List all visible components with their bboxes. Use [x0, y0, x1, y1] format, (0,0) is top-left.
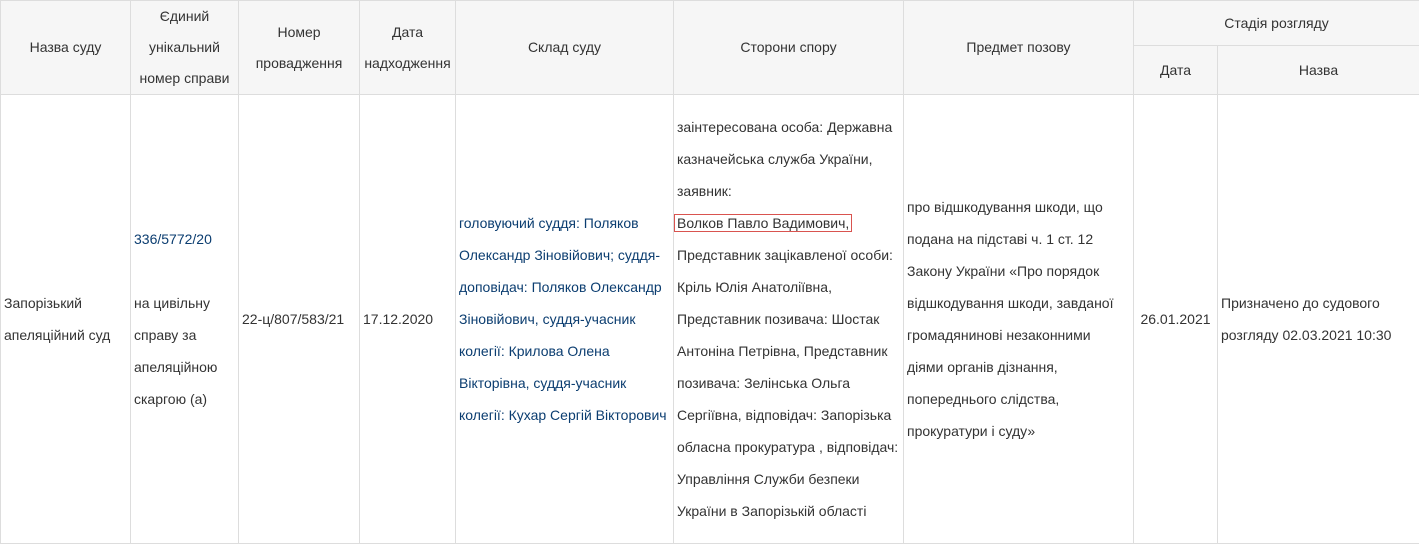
table-row: Запорізький апеляційний суд 336/5772/20 …: [0, 94, 1419, 544]
header-court-name: Назва суду: [0, 0, 131, 95]
header-case-number: Єдиний унікальний номер справи: [130, 0, 239, 95]
court-composition-link[interactable]: головуючий суддя: Поляков Олександр Зіно…: [459, 215, 667, 423]
header-stage: Стадія розгляду: [1132, 0, 1419, 46]
cell-parties: заінтересована особа: Державна казначейс…: [673, 94, 904, 544]
cell-receipt-date: 17.12.2020: [359, 94, 456, 544]
header-receipt-date: Дата надходження: [359, 0, 456, 95]
header-court-composition: Склад суду: [455, 0, 674, 95]
header-subject: Предмет позову: [903, 0, 1134, 95]
cell-court-composition: головуючий суддя: Поляков Олександр Зіно…: [455, 94, 674, 544]
header-stage-name: Назва: [1216, 45, 1419, 95]
cell-proceeding-number: 22-ц/807/583/21: [238, 94, 360, 544]
table-body: Запорізький апеляційний суд 336/5772/20 …: [0, 94, 1419, 544]
cell-stage-name: Призначено до судового розгляду 02.03.20…: [1216, 94, 1419, 544]
case-description: на цивільну справу за апеляційною скарго…: [134, 295, 218, 407]
cell-subject: про відшкодування шкоди, що подана на пі…: [903, 94, 1134, 544]
table-header: Назва суду Єдиний унікальний номер справ…: [0, 0, 1419, 95]
parties-text-before: заінтересована особа: Державна казначейс…: [677, 119, 893, 199]
cell-stage-date: 26.01.2021: [1133, 94, 1218, 544]
header-parties: Сторони спору: [673, 0, 904, 95]
header-stage-date: Дата: [1133, 45, 1218, 95]
header-row-primary: Назва суду Єдиний унікальний номер справ…: [0, 0, 1419, 95]
case-number-link[interactable]: 336/5772/20: [134, 231, 212, 247]
court-cases-table: Назва суду Єдиний унікальний номер справ…: [0, 0, 1419, 544]
cell-case-number: 336/5772/20 на цивільну справу за апеляц…: [130, 94, 239, 544]
parties-text-after: Представник зацікавленої особи: Кріль Юл…: [677, 247, 899, 519]
cell-court-name: Запорізький апеляційний суд: [0, 94, 131, 544]
parties-highlighted-name: Волков Павло Вадимович,: [674, 214, 853, 232]
header-proceeding-number: Номер провадження: [238, 0, 360, 95]
